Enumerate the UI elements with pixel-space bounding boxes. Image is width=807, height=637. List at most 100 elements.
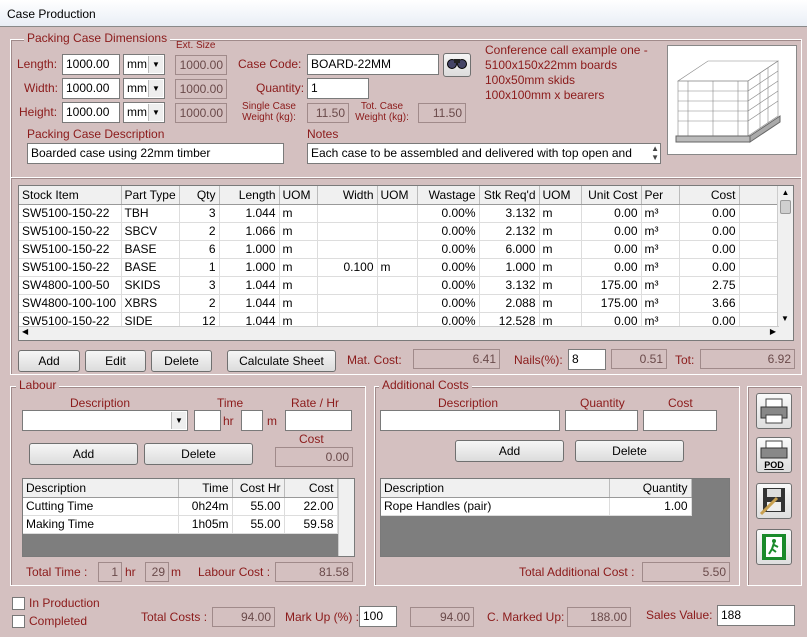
labour-description-select[interactable]: ▼ [22, 410, 188, 431]
print-button[interactable] [756, 393, 792, 429]
tot-label: Tot: [675, 353, 695, 367]
table-row[interactable]: SW5100-150-22 TBH 3 1.044 m 0.00% 3.132 m 0.00 m³… [19, 204, 793, 223]
column-header[interactable]: Time [178, 479, 233, 498]
notes-scroll-arrows-icon[interactable]: ▲ ▼ [651, 144, 659, 162]
notes-textarea[interactable]: Each case to be assembled and delivered … [307, 143, 661, 164]
column-header[interactable]: Width [317, 186, 378, 205]
markup-input[interactable]: 100 [359, 606, 397, 627]
labour-vertical-scrollbar[interactable] [338, 479, 354, 556]
table-cell: SKIDS [121, 276, 180, 295]
description-input[interactable]: Boarded case using 22mm timber [27, 143, 284, 164]
scroll-down-icon[interactable]: ▼ [778, 312, 792, 326]
table-row[interactable]: Cutting Time 0h24m 55.00 22.00 [23, 497, 338, 516]
column-header[interactable]: Length [219, 186, 280, 205]
add-additional-button[interactable]: Add [455, 440, 564, 462]
delete-material-button[interactable]: Delete [151, 350, 212, 372]
labour-minutes-input[interactable] [241, 410, 263, 431]
labour-hours-input[interactable] [194, 410, 221, 431]
column-header[interactable]: UOM [539, 186, 582, 205]
length-unit-select[interactable]: mm ▼ [123, 54, 165, 75]
materials-horizontal-scrollbar[interactable]: ◀ ▶ [19, 326, 779, 340]
table-cell: 3.132 [479, 276, 540, 295]
table-cell [317, 240, 378, 259]
save-disk-icon [759, 488, 785, 516]
exit-button[interactable] [756, 529, 792, 565]
column-header[interactable]: Quantity [609, 479, 692, 498]
scroll-left-icon[interactable]: ◀ [22, 327, 28, 336]
column-header[interactable]: Cost Hr [232, 479, 285, 498]
add-material-button[interactable]: Add [18, 350, 80, 372]
column-header[interactable]: Stock Item [19, 186, 122, 205]
table-row[interactable]: Rope Handles (pair) 1.00 [381, 497, 692, 516]
quantity-input[interactable]: 1 [307, 78, 369, 99]
materials-vertical-scrollbar[interactable]: ▲ ▼ [777, 186, 793, 340]
width-unit-select[interactable]: mm ▼ [123, 78, 165, 99]
table-cell: 175.00 [581, 276, 642, 295]
additional-cost-input[interactable] [643, 410, 717, 431]
column-header[interactable]: Qty [179, 186, 220, 205]
column-header[interactable]: Description [381, 479, 610, 498]
sales-value-input[interactable]: 188 [717, 605, 795, 626]
nails-input[interactable]: 8 [568, 349, 606, 370]
column-header[interactable]: Stk Req'd [479, 186, 540, 205]
delete-additional-button[interactable]: Delete [575, 440, 684, 462]
delete-labour-button[interactable]: Delete [144, 443, 253, 465]
case-code-lookup-button[interactable] [443, 53, 471, 77]
mat-cost-value: 6.41 [413, 349, 500, 369]
table-cell: 0.00% [417, 294, 480, 313]
pod-button[interactable]: POD [756, 437, 792, 473]
scroll-thumb[interactable] [780, 200, 791, 214]
save-button[interactable] [756, 483, 792, 519]
table-cell: 2 [179, 294, 220, 313]
table-cell: m [279, 258, 318, 277]
case-code-input[interactable]: BOARD-22MM [307, 54, 439, 75]
table-cell: 2.132 [479, 222, 540, 241]
title-bar: Case Production [0, 0, 807, 27]
column-header[interactable]: Wastage [417, 186, 480, 205]
labour-rate-label: Rate / Hr [291, 396, 340, 410]
chevron-down-icon: ▼ [148, 104, 163, 121]
column-header[interactable]: Description [23, 479, 179, 498]
table-row[interactable]: SW4800-100-50 SKIDS 3 1.044 m 0.00% 3.132 m 175.… [19, 276, 793, 295]
table-row[interactable]: SW5100-150-22 BASE 6 1.000 m 0.00% 6.000 m 0.00 m… [19, 240, 793, 259]
materials-header-row: Stock Item Part Type Qty Length UOM Width UOM W… [19, 186, 793, 205]
table-cell: SW5100-150-22 [19, 204, 122, 223]
table-row[interactable]: SW4800-100-100 XBRS 2 1.044 m 0.00% 2.088 m 175.… [19, 294, 793, 313]
width-input[interactable]: 1000.00 [62, 78, 120, 99]
scroll-right-icon[interactable]: ▶ [770, 327, 776, 336]
height-input[interactable]: 1000.00 [62, 102, 120, 123]
labour-grid[interactable]: Description Time Cost Hr Cost Cutting Time 0… [22, 478, 355, 557]
sales-value-label: Sales Value: [646, 608, 713, 622]
column-header[interactable]: Per [641, 186, 680, 205]
table-row[interactable]: SW5100-150-22 SBCV 2 1.066 m 0.00% 2.132 m 0.00 m… [19, 222, 793, 241]
table-cell: 0.00% [417, 204, 480, 223]
column-header[interactable]: Unit Cost [581, 186, 642, 205]
additional-costs-grid[interactable]: Description Quantity Rope Handles (pair) 1… [380, 478, 730, 557]
labour-rate-input[interactable] [285, 410, 352, 431]
completed-checkbox[interactable] [12, 615, 25, 628]
ext-size-label: Ext. Size [176, 40, 216, 51]
table-cell: Making Time [23, 515, 179, 534]
edit-material-button[interactable]: Edit [85, 350, 146, 372]
table-cell: m [539, 222, 582, 241]
table-cell: 1 [179, 258, 220, 277]
table-row[interactable]: SW5100-150-22 BASE 1 1.000 m 0.100 m 0.00% 1.000… [19, 258, 793, 277]
column-header[interactable]: Cost [284, 479, 338, 498]
height-unit-select[interactable]: mm ▼ [123, 102, 165, 123]
additional-description-input[interactable] [380, 410, 560, 431]
in-production-checkbox[interactable] [12, 597, 25, 610]
column-header[interactable]: Cost [679, 186, 740, 205]
column-header[interactable]: UOM [377, 186, 418, 205]
table-cell: Cutting Time [23, 497, 179, 516]
add-labour-button[interactable]: Add [29, 443, 138, 465]
column-header[interactable]: Part Type [121, 186, 180, 205]
calculate-sheet-button[interactable]: Calculate Sheet [227, 350, 336, 372]
length-input[interactable]: 1000.00 [62, 54, 120, 75]
column-header[interactable]: UOM [279, 186, 318, 205]
additional-quantity-label: Quantity [580, 396, 625, 410]
quantity-label: Quantity: [256, 81, 305, 95]
additional-quantity-input[interactable] [565, 410, 638, 431]
scroll-up-icon[interactable]: ▲ [778, 186, 793, 200]
materials-grid[interactable]: Stock Item Part Type Qty Length UOM Width UOM W… [18, 185, 794, 341]
table-row[interactable]: Making Time 1h05m 55.00 59.58 [23, 515, 338, 534]
